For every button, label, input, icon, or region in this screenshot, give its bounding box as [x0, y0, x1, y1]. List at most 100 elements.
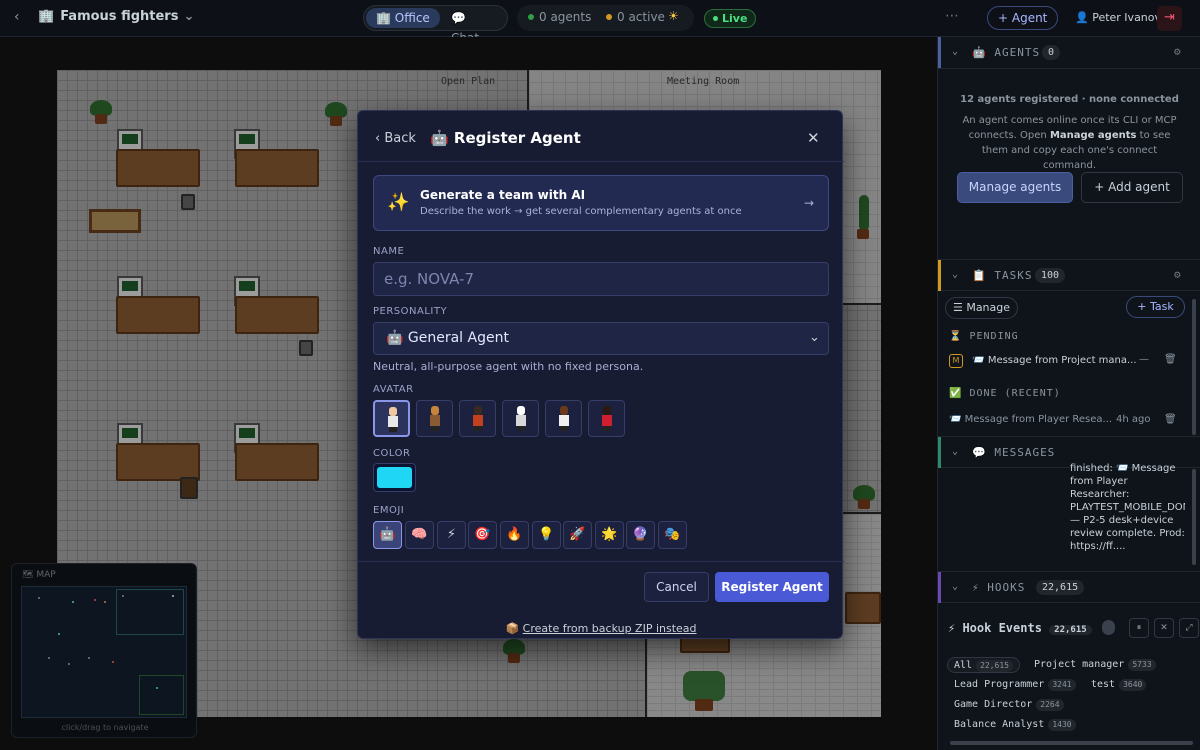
emoji-option[interactable]: 🚀: [563, 521, 592, 549]
hook-filter-label: All: [954, 660, 973, 671]
hook-filter-count: 3640: [1119, 679, 1147, 691]
manage-tasks-button[interactable]: ☰ Manage: [945, 297, 1018, 319]
hook-filter[interactable]: Game Director 2264: [954, 697, 1064, 713]
user-name: Peter Ivanov: [1092, 11, 1162, 24]
avatar-sprite-icon: [472, 406, 484, 432]
hook-filter[interactable]: Lead Programmer 3241: [954, 677, 1076, 693]
avatar-option[interactable]: [545, 400, 582, 437]
emoji-label: EMOJI: [373, 505, 405, 516]
personality-value: 🤖 General Agent: [386, 330, 509, 346]
chevron-down-icon: ⌄: [809, 330, 820, 345]
avatar-option[interactable]: [416, 400, 453, 437]
agents-count-badge: 0: [1042, 45, 1061, 60]
expand-icon[interactable]: ⤢: [1179, 618, 1199, 638]
add-agent-sidebar-button[interactable]: + Add agent: [1081, 172, 1183, 203]
messages-scrollbar[interactable]: [1192, 469, 1196, 565]
tab-office[interactable]: 🏢 Office: [366, 8, 440, 28]
color-label: COLOR: [373, 448, 411, 459]
hooks-count-badge: 22,615: [1036, 580, 1085, 595]
color-picker[interactable]: [373, 463, 416, 492]
avatar-sprite-icon: [515, 406, 527, 432]
chevron-down-icon: ⌄: [952, 269, 959, 280]
toggle-switch[interactable]: [1102, 620, 1115, 635]
tab-chat[interactable]: 💬 Chat: [441, 8, 507, 45]
emoji-option[interactable]: 🔮: [626, 521, 655, 549]
emoji-option[interactable]: ⚡: [437, 521, 466, 549]
pending-label-text: PENDING: [969, 331, 1019, 342]
trash-icon[interactable]: 🗑: [1164, 414, 1177, 425]
done-label: ✅ DONE (RECENT): [949, 388, 1061, 399]
live-badge: Live: [704, 9, 757, 28]
hooks-section-header[interactable]: ⌄ ⚡ HOOKS 22,615: [938, 571, 1200, 603]
robot-icon: 🤖: [972, 46, 987, 59]
hooks-horizontal-scrollbar[interactable]: [950, 741, 1193, 745]
sun-icon[interactable]: ☀: [668, 9, 679, 23]
add-agent-button[interactable]: + Agent: [987, 6, 1059, 30]
arrow-right-icon: →: [804, 196, 815, 210]
chevron-left-icon[interactable]: ‹: [14, 9, 20, 25]
user-menu[interactable]: 👤 Peter Ivanov: [1075, 11, 1161, 24]
back-button[interactable]: ‹ Back: [375, 131, 416, 146]
section-accent: [938, 437, 941, 468]
gear-icon[interactable]: ⚙: [1174, 268, 1181, 281]
tasks-scrollbar[interactable]: [1192, 299, 1196, 435]
emoji-option[interactable]: 🎯: [468, 521, 497, 549]
agents-registered-text: 12 agents registered · none connected: [960, 94, 1179, 105]
hooks-section-title: ⚡ HOOKS: [972, 581, 1025, 594]
emoji-option[interactable]: 🧠: [405, 521, 434, 549]
divider: [358, 161, 844, 162]
name-label: NAME: [373, 246, 405, 257]
ellipsis-icon[interactable]: ⋯: [945, 8, 959, 24]
pending-label: ⏳ PENDING: [949, 331, 1019, 342]
lightning-icon: ⚡: [972, 581, 980, 594]
hook-filter[interactable]: test 3640: [1091, 677, 1147, 693]
done-label-text: DONE (RECENT): [969, 388, 1061, 399]
robot-icon: 🤖: [430, 129, 449, 147]
avatar-option[interactable]: [588, 400, 625, 437]
avatar-option[interactable]: [373, 400, 410, 437]
add-task-button[interactable]: + Task: [1126, 296, 1185, 318]
agents-section-header[interactable]: ⌄ 🤖 AGENTS 0 ⚙: [938, 37, 1200, 69]
register-agent-button[interactable]: Register Agent: [715, 572, 829, 602]
chevron-down-icon: ⌄: [952, 581, 959, 592]
task-item[interactable]: M 📨 Message from Project mana... — 🗑: [949, 354, 1184, 374]
task-title: 📨 Message from Player Resea...: [949, 414, 1113, 425]
avatar-sprite-icon: [429, 406, 441, 432]
tasks-title-text: TASKS: [994, 269, 1033, 282]
divider: [358, 561, 844, 562]
avatar-option[interactable]: [502, 400, 539, 437]
emoji-option[interactable]: 🎭: [658, 521, 687, 549]
emoji-option[interactable]: 🌟: [595, 521, 624, 549]
clear-icon[interactable]: ✕: [1154, 618, 1174, 638]
logout-icon[interactable]: ⇥: [1157, 6, 1182, 31]
gear-icon[interactable]: ⚙: [1174, 45, 1181, 58]
generate-team-button[interactable]: ✨ Generate a team with AI Describe the w…: [373, 175, 829, 231]
messages-title-text: MESSAGES: [994, 446, 1056, 459]
color-swatch: [377, 467, 412, 488]
close-icon[interactable]: ✕: [807, 129, 820, 147]
personality-label: PERSONALITY: [373, 306, 448, 317]
backup-zip-link[interactable]: Create from backup ZIP instead: [523, 622, 697, 635]
personality-select[interactable]: 🤖 General Agent ⌄: [373, 322, 829, 355]
status-dot: [528, 14, 534, 20]
tasks-section-header[interactable]: ⌄ 📋 TASKS 100 ⚙: [938, 259, 1200, 291]
package-icon: 📦: [505, 622, 520, 635]
office-switcher[interactable]: 🏢 Famous fighters ⌄: [38, 9, 194, 24]
pause-icon[interactable]: ⏸: [1129, 618, 1149, 638]
hook-filter[interactable]: Project manager 5733: [1034, 657, 1156, 673]
hook-events-title: ⚡ Hook Events 22,615: [948, 621, 1092, 638]
hook-filter-all[interactable]: All 22,615: [947, 657, 1020, 673]
emoji-option[interactable]: 💡: [532, 521, 561, 549]
message-preview[interactable]: finished: 📨 Message from Player Research…: [1070, 462, 1185, 566]
cancel-button[interactable]: Cancel: [644, 572, 709, 602]
task-status: —: [1139, 354, 1149, 365]
task-item[interactable]: 📨 Message from Player Resea... 4h ago 🗑: [949, 414, 1184, 434]
name-input[interactable]: [373, 262, 829, 296]
emoji-option[interactable]: 🤖: [373, 521, 402, 549]
hook-filter[interactable]: Balance Analyst 1430: [954, 717, 1076, 733]
avatar-option[interactable]: [459, 400, 496, 437]
emoji-option[interactable]: 🔥: [500, 521, 529, 549]
trash-icon[interactable]: 🗑: [1164, 354, 1177, 365]
avatar-label: AVATAR: [373, 384, 414, 395]
manage-agents-button[interactable]: Manage agents: [957, 172, 1073, 203]
